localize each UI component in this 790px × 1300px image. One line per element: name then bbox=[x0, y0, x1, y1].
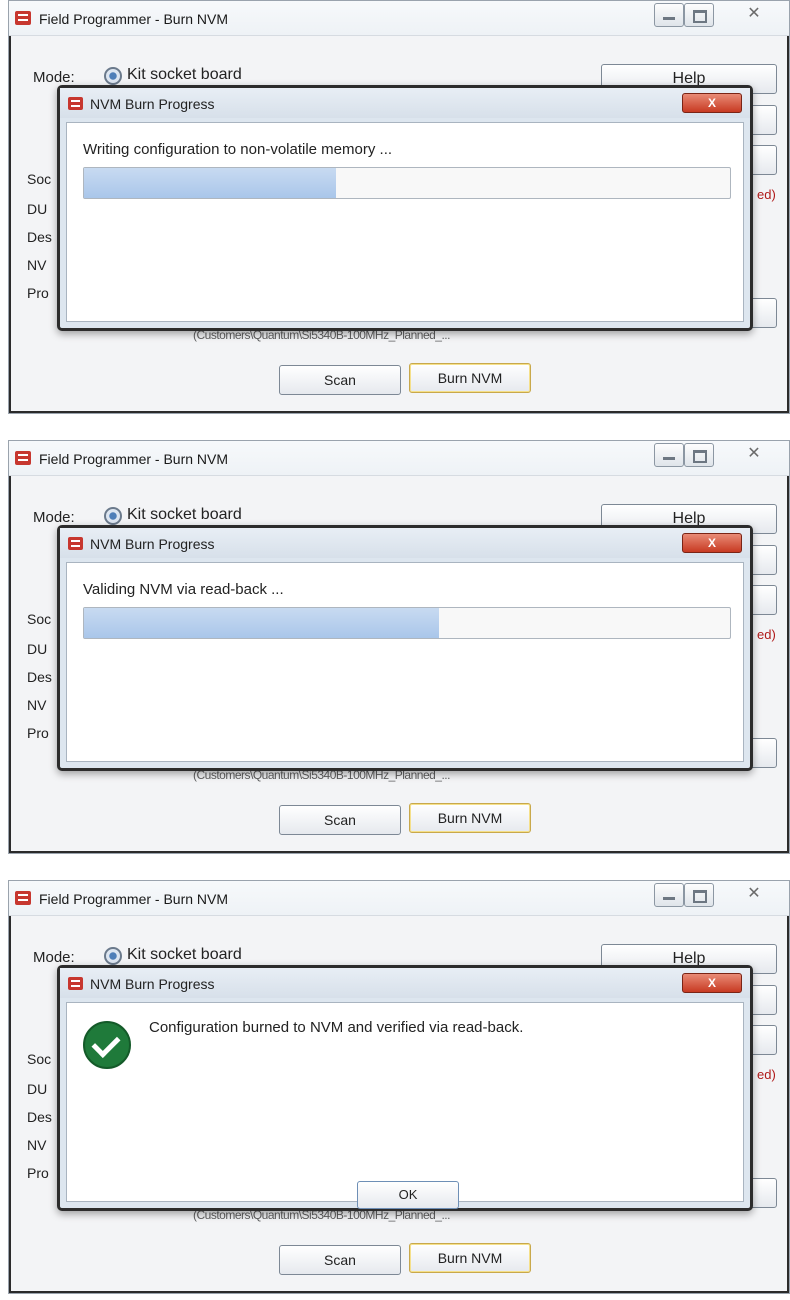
dialog-title: NVM Burn Progress bbox=[90, 976, 215, 992]
field-label: DU bbox=[27, 1081, 48, 1097]
nvm-burn-progress-dialog: NVM Burn Progress X Validing NVM via rea… bbox=[57, 525, 753, 771]
close-icon[interactable]: ✕ bbox=[737, 443, 771, 465]
progress-bar bbox=[83, 167, 731, 199]
mode-label: Mode: bbox=[33, 69, 75, 86]
side-button[interactable] bbox=[749, 585, 777, 615]
dialog-body: Configuration burned to NVM and verified… bbox=[66, 1002, 744, 1209]
app-icon bbox=[15, 11, 31, 25]
scan-button[interactable]: Scan bbox=[279, 365, 401, 395]
field-label: Des bbox=[27, 229, 52, 245]
burn-nvm-button[interactable]: Burn NVM bbox=[409, 1243, 531, 1273]
status-text: ed) bbox=[757, 187, 776, 202]
dialog-titlebar: NVM Burn Progress X bbox=[60, 88, 750, 118]
progress-message: Writing configuration to non-volatile me… bbox=[83, 141, 393, 158]
field-label: Pro bbox=[27, 1165, 49, 1181]
browse-button[interactable] bbox=[749, 738, 777, 768]
dialog-titlebar: NVM Burn Progress X bbox=[60, 968, 750, 998]
field-label: Des bbox=[27, 669, 52, 685]
status-text: ed) bbox=[757, 627, 776, 642]
dialog-title: NVM Burn Progress bbox=[90, 96, 215, 112]
field-programmer-window: Field Programmer - Burn NVM ✕ Mode: Kit … bbox=[8, 0, 790, 414]
status-text: ed) bbox=[757, 1067, 776, 1082]
side-button[interactable] bbox=[749, 545, 777, 575]
dialog-body: Validing NVM via read-back ... bbox=[66, 562, 744, 762]
field-programmer-window: Field Programmer - Burn NVM ✕ Mode: Kit … bbox=[8, 880, 790, 1294]
app-icon bbox=[68, 977, 83, 990]
checkmark-success-icon bbox=[83, 1021, 131, 1069]
field-label: Pro bbox=[27, 725, 49, 741]
minimize-button[interactable] bbox=[654, 3, 684, 27]
window-title: Field Programmer - Burn NVM bbox=[39, 891, 229, 907]
progress-bar bbox=[83, 607, 731, 639]
mode-value[interactable]: Kit socket board bbox=[127, 506, 242, 524]
field-label: NV bbox=[27, 697, 47, 713]
burn-nvm-button[interactable]: Burn NVM bbox=[409, 363, 531, 393]
radio-selected-icon[interactable] bbox=[104, 507, 122, 525]
field-label: DU bbox=[27, 641, 48, 657]
field-label: Soc bbox=[27, 1051, 52, 1067]
side-button[interactable] bbox=[749, 145, 777, 175]
scan-button[interactable]: Scan bbox=[279, 1245, 401, 1275]
maximize-button[interactable] bbox=[684, 443, 714, 467]
close-icon[interactable]: ✕ bbox=[737, 3, 771, 25]
window-titlebar: Field Programmer - Burn NVM ✕ bbox=[9, 441, 789, 476]
progress-message: Validing NVM via read-back ... bbox=[83, 581, 284, 598]
screenshot-panel-1: Field Programmer - Burn NVM ✕ Mode: Kit … bbox=[8, 0, 790, 420]
progress-fill bbox=[84, 608, 440, 638]
minimize-button[interactable] bbox=[654, 443, 684, 467]
mode-label: Mode: bbox=[33, 949, 75, 966]
mode-value[interactable]: Kit socket board bbox=[127, 66, 242, 84]
radio-selected-icon[interactable] bbox=[104, 67, 122, 85]
dialog-body: Writing configuration to non-volatile me… bbox=[66, 122, 744, 322]
dialog-close-button[interactable]: X bbox=[682, 93, 742, 113]
window-title: Field Programmer - Burn NVM bbox=[39, 451, 229, 467]
scan-button[interactable]: Scan bbox=[279, 805, 401, 835]
radio-selected-icon[interactable] bbox=[104, 947, 122, 965]
window-title: Field Programmer - Burn NVM bbox=[39, 11, 229, 27]
side-button[interactable] bbox=[749, 1025, 777, 1055]
field-label: Soc bbox=[27, 611, 52, 627]
mode-value[interactable]: Kit socket board bbox=[127, 946, 242, 964]
field-programmer-window: Field Programmer - Burn NVM ✕ Mode: Kit … bbox=[8, 440, 790, 854]
window-titlebar: Field Programmer - Burn NVM ✕ bbox=[9, 881, 789, 916]
app-icon bbox=[68, 537, 83, 550]
field-label: DU bbox=[27, 201, 48, 217]
field-label: Soc bbox=[27, 171, 52, 187]
dialog-title: NVM Burn Progress bbox=[90, 536, 215, 552]
app-icon bbox=[68, 97, 83, 110]
field-label: NV bbox=[27, 257, 47, 273]
dialog-close-button[interactable]: X bbox=[682, 533, 742, 553]
maximize-button[interactable] bbox=[684, 883, 714, 907]
app-icon bbox=[15, 891, 31, 905]
app-icon bbox=[15, 451, 31, 465]
screenshot-panel-2: Field Programmer - Burn NVM ✕ Mode: Kit … bbox=[8, 440, 790, 860]
field-label: NV bbox=[27, 1137, 47, 1153]
screenshot-panel-3: Field Programmer - Burn NVM ✕ Mode: Kit … bbox=[8, 880, 790, 1300]
field-label: Pro bbox=[27, 285, 49, 301]
nvm-burn-result-dialog: NVM Burn Progress X Configuration burned… bbox=[57, 965, 753, 1211]
nvm-burn-progress-dialog: NVM Burn Progress X Writing configuratio… bbox=[57, 85, 753, 331]
success-message: Configuration burned to NVM and verified… bbox=[149, 1019, 524, 1036]
burn-nvm-button[interactable]: Burn NVM bbox=[409, 803, 531, 833]
browse-button[interactable] bbox=[749, 298, 777, 328]
close-icon[interactable]: ✕ bbox=[737, 883, 771, 905]
browse-button[interactable] bbox=[749, 1178, 777, 1208]
maximize-button[interactable] bbox=[684, 3, 714, 27]
ok-button[interactable]: OK bbox=[357, 1181, 459, 1209]
dialog-titlebar: NVM Burn Progress X bbox=[60, 528, 750, 558]
minimize-button[interactable] bbox=[654, 883, 684, 907]
window-titlebar: Field Programmer - Burn NVM ✕ bbox=[9, 1, 789, 36]
side-button[interactable] bbox=[749, 985, 777, 1015]
field-label: Des bbox=[27, 1109, 52, 1125]
side-button[interactable] bbox=[749, 105, 777, 135]
progress-fill bbox=[84, 168, 336, 198]
dialog-close-button[interactable]: X bbox=[682, 973, 742, 993]
mode-label: Mode: bbox=[33, 509, 75, 526]
